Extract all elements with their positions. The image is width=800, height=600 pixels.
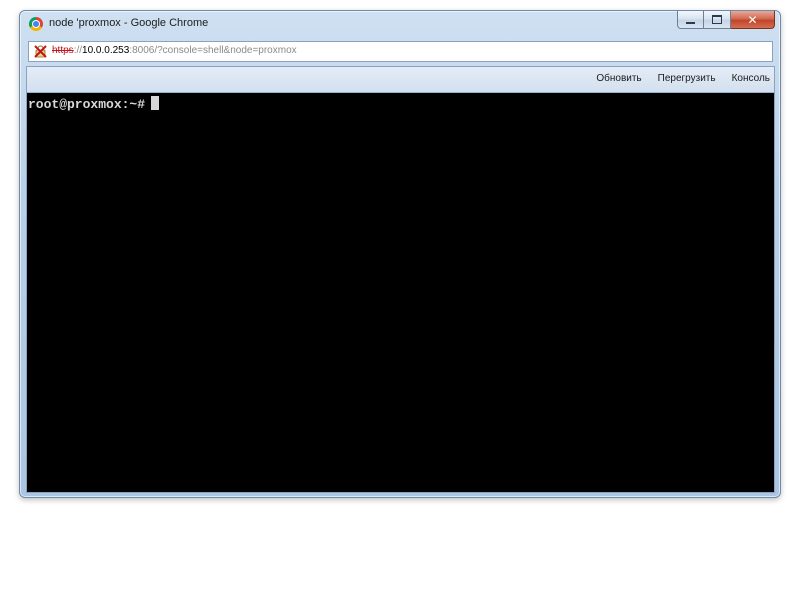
toolbar-items: Обновить Перегрузить Консоль: [596, 73, 770, 84]
browser-window: node 'proxmox - Google Chrome ✕ https://…: [19, 10, 781, 498]
console-toolbar: Обновить Перегрузить Консоль: [27, 67, 774, 93]
chrome-icon: [29, 17, 43, 31]
address-bar[interactable]: https://10.0.0.253:8006/?console=shell&n…: [28, 41, 773, 62]
terminal-prompt-line: root@proxmox:~#: [28, 96, 160, 112]
page-content: Обновить Перегрузить Консоль root@proxmo…: [26, 66, 775, 493]
terminal[interactable]: root@proxmox:~#: [27, 93, 774, 492]
minimize-icon: [686, 21, 695, 24]
title-bar[interactable]: node 'proxmox - Google Chrome ✕: [20, 11, 780, 38]
reboot-button[interactable]: Перегрузить: [658, 73, 716, 84]
url-host: 10.0.0.253: [82, 45, 130, 56]
url-scheme-suffix: ://: [73, 45, 83, 56]
url-text[interactable]: https://10.0.0.253:8006/?console=shell&n…: [52, 45, 297, 56]
close-icon: ✕: [747, 12, 758, 27]
terminal-cursor: [151, 96, 160, 110]
console-button[interactable]: Консоль: [732, 73, 770, 84]
window-controls: ✕: [677, 11, 775, 31]
minimize-button[interactable]: [677, 11, 704, 29]
window-title: node 'proxmox - Google Chrome: [49, 17, 209, 29]
refresh-button[interactable]: Обновить: [596, 73, 641, 84]
maximize-icon: [712, 15, 722, 24]
terminal-prompt: root@proxmox:~#: [28, 97, 146, 112]
url-path: :8006/?console=shell&node=proxmox: [129, 45, 297, 56]
close-button[interactable]: ✕: [731, 11, 775, 29]
maximize-button[interactable]: [704, 11, 731, 29]
insecure-https-icon[interactable]: [34, 45, 47, 58]
url-scheme: https: [52, 45, 74, 56]
